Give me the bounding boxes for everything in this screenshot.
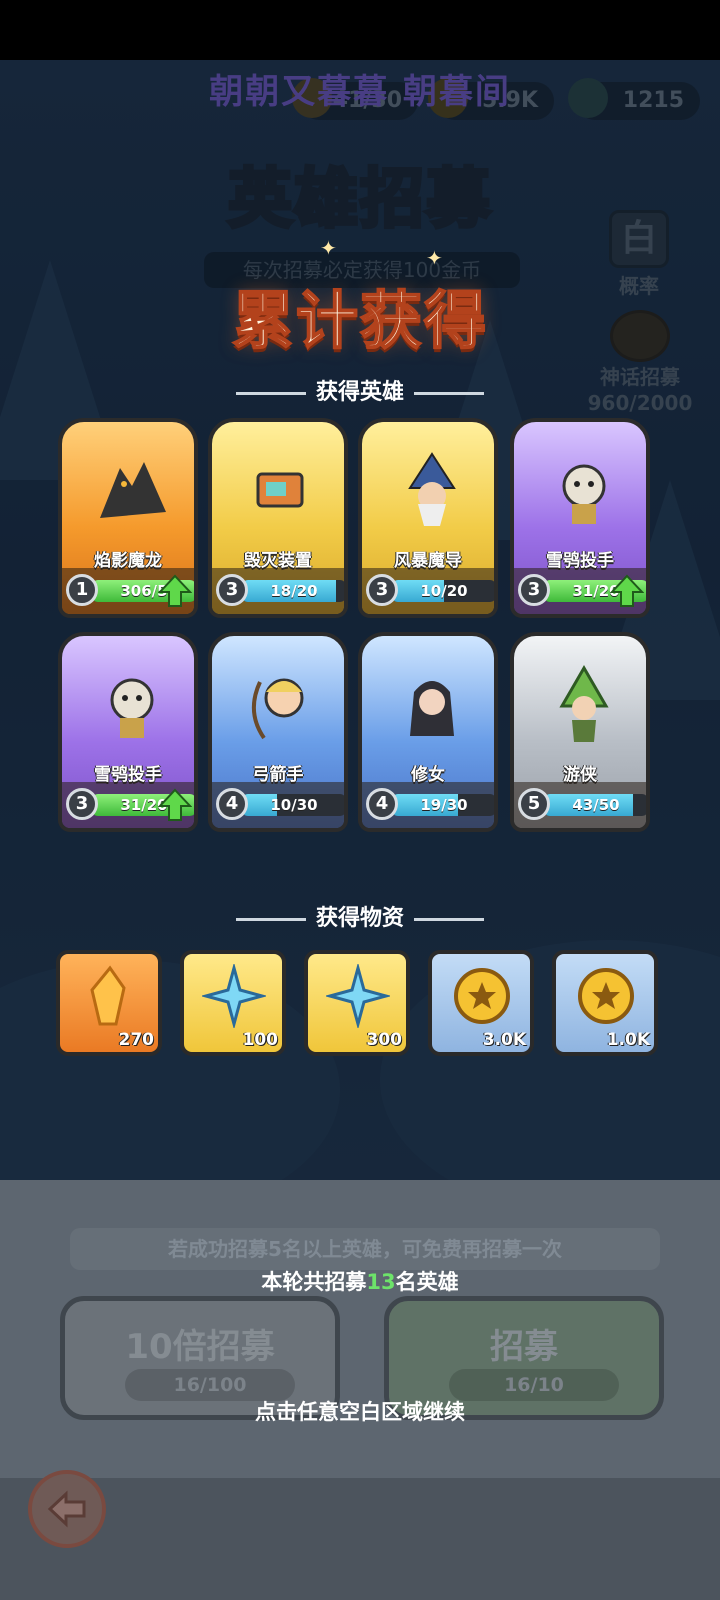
reward-count: 300 [366, 1030, 403, 1050]
reward-item[interactable]: 300 [304, 950, 410, 1056]
cannon-icon [240, 448, 324, 532]
reward-item[interactable]: 1.0K [552, 950, 658, 1056]
ranger-icon [542, 662, 626, 746]
nun-icon [390, 662, 474, 746]
dragon-icon [90, 448, 174, 532]
archer-icon [240, 662, 324, 746]
back-button[interactable] [28, 1470, 106, 1548]
hero-progress-text: 19/30 [420, 796, 468, 814]
hero-progress-text: 10/30 [270, 796, 318, 814]
hero-level-badge: 4 [216, 788, 248, 820]
sparkle-icon: ✦ [320, 236, 337, 260]
owl-icon [90, 662, 174, 746]
hero-progress-bar: 10/30 [242, 794, 344, 816]
hero-level-badge: 3 [366, 574, 398, 606]
divider [414, 917, 484, 921]
recruit-count: 本轮共招募13名英雄 [261, 1270, 459, 1294]
recruit-label: 招募 [490, 1327, 558, 1367]
reward-count: 3.0K [482, 1030, 526, 1050]
divider [235, 917, 306, 921]
hero-progress-bar: 18/20 [242, 580, 344, 602]
sparkle-icon: ✦ [426, 246, 443, 270]
reward-count: 270 [118, 1030, 155, 1050]
coin-icon [450, 964, 514, 1028]
hero-card[interactable]: 焰影魔龙 306/5 1 [58, 418, 198, 618]
status-bar [0, 0, 720, 60]
upgrade-arrow-icon [609, 574, 645, 608]
hero-card[interactable]: 雪鸮投手 31/20 3 [58, 632, 198, 832]
recruit-10x-label: 10倍招募 [125, 1327, 275, 1367]
snowflake-icon [324, 962, 392, 1030]
reward-count: 1.0K [606, 1030, 650, 1050]
hero-level-badge: 1 [66, 574, 98, 606]
result-headline: 累计获得 [231, 283, 488, 358]
upgrade-arrow-icon [157, 574, 193, 608]
hero-card[interactable]: 风暴魔导 10/20 3 [358, 418, 498, 618]
hero-progress-text: 10/20 [420, 582, 468, 600]
hero-level-badge: 4 [366, 788, 398, 820]
owl-icon [542, 448, 626, 532]
hero-level-badge: 3 [66, 788, 98, 820]
free-recruit-tip: 若成功招募5名以上英雄，可免费再招募一次 [70, 1228, 660, 1270]
heroes-section-title: 获得英雄 [0, 374, 720, 406]
reward-item[interactable]: 100 [180, 950, 286, 1056]
hero-card[interactable]: 弓箭手 10/30 4 [208, 632, 348, 832]
hero-card[interactable]: 修女 19/30 4 [358, 632, 498, 832]
hero-level-badge: 5 [518, 788, 550, 820]
coin-icon [574, 964, 638, 1028]
crystal-icon [78, 964, 142, 1028]
reward-item[interactable]: 270 [56, 950, 162, 1056]
reward-count: 100 [242, 1030, 279, 1050]
wizard-icon [390, 448, 474, 532]
divider [414, 391, 484, 395]
hero-progress-bar: 43/50 [544, 794, 646, 816]
hero-card[interactable]: 雪鸮投手 31/20 3 [510, 418, 650, 618]
bottom-strip [0, 1478, 720, 1600]
reward-item[interactable]: 3.0K [428, 950, 534, 1056]
divider [235, 391, 306, 395]
continue-tip: 点击任意空白区域继续 [255, 1400, 465, 1424]
upgrade-arrow-icon [157, 788, 193, 822]
hero-progress-text: 43/50 [572, 796, 620, 814]
hero-card[interactable]: 毁灭装置 18/20 3 [208, 418, 348, 618]
hero-progress-text: 18/20 [270, 582, 318, 600]
back-arrow-icon [47, 1490, 86, 1528]
items-section-title: 获得物资 [0, 900, 720, 932]
hero-progress-bar: 19/30 [392, 794, 494, 816]
hero-progress-bar: 10/20 [392, 580, 494, 602]
hero-level-badge: 3 [518, 574, 550, 606]
recruit-count-number: 13 [366, 1270, 396, 1294]
hero-level-badge: 3 [216, 574, 248, 606]
hero-card[interactable]: 游侠 43/50 5 [510, 632, 650, 832]
snowflake-icon [200, 962, 268, 1030]
